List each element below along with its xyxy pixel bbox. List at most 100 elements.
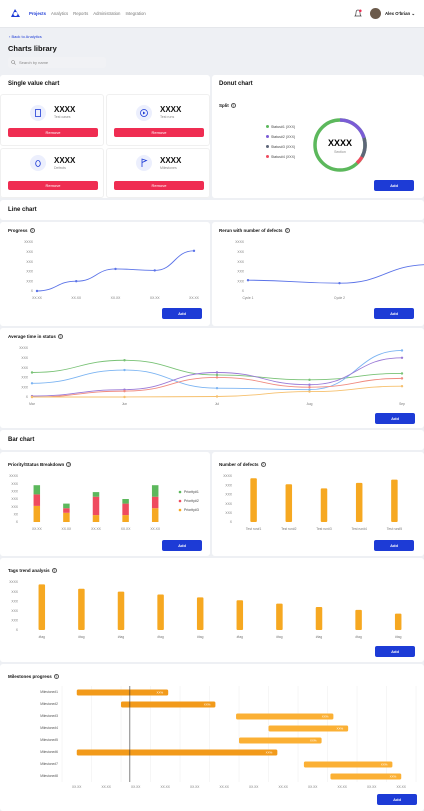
bug-icon bbox=[30, 155, 46, 171]
x-tick-label: XX.XX bbox=[367, 785, 377, 789]
add-button[interactable]: Add bbox=[374, 308, 414, 319]
priority-chart: XXXXXXXXXXXXXXXXXXXXX.XX XX.XX XX.XX XX.XX X… bbox=[9, 474, 199, 531]
defects-chart: XXXXXXXXXXXXXXXXXTest run#1 Test run#2 Tes… bbox=[223, 474, 402, 531]
data-point bbox=[123, 359, 126, 362]
milestone-label: Milestone#8 bbox=[40, 774, 58, 778]
x-tick-label: XX.XX bbox=[308, 785, 318, 789]
help-icon[interactable]: ? bbox=[53, 674, 59, 680]
bar bbox=[276, 603, 283, 630]
search-icon bbox=[11, 60, 16, 65]
y-tick-label: XXX bbox=[237, 250, 244, 254]
y-tick-label: XXXX bbox=[223, 474, 233, 478]
legend-label: Priority#2 bbox=[184, 499, 199, 503]
help-icon[interactable]: ? bbox=[57, 334, 63, 340]
chart-title: Priority/Status Breakdown? bbox=[8, 462, 72, 468]
help-icon[interactable]: ? bbox=[284, 228, 290, 234]
help-icon[interactable]: ? bbox=[260, 462, 266, 468]
data-point bbox=[400, 372, 404, 375]
x-tick-label: XX.XX bbox=[91, 527, 102, 531]
nav-reports[interactable]: Reports bbox=[73, 11, 88, 16]
milestone-bar bbox=[76, 749, 278, 756]
x-tick-label: Jun bbox=[122, 402, 127, 406]
chart-title: Split? bbox=[219, 103, 236, 109]
remove-button[interactable]: Remove bbox=[114, 128, 204, 137]
milestone-label: Milestone#3 bbox=[40, 714, 58, 718]
remove-button[interactable]: Remove bbox=[114, 181, 204, 190]
add-button[interactable]: Add bbox=[375, 413, 415, 424]
add-button[interactable]: Add bbox=[162, 540, 202, 551]
y-tick-label: XXX bbox=[225, 493, 232, 497]
nav-administration[interactable]: Administration bbox=[93, 11, 120, 16]
remove-button[interactable]: Remove bbox=[8, 181, 98, 190]
help-icon[interactable]: ? bbox=[29, 228, 35, 234]
x-tick-label: XX.XX bbox=[338, 785, 348, 789]
nav-integration[interactable]: Integration bbox=[125, 11, 145, 16]
milestone-percent: XX% bbox=[322, 715, 329, 719]
series-line bbox=[247, 264, 424, 284]
nav-analytics[interactable]: Analytics bbox=[51, 11, 68, 16]
remove-button[interactable]: Remove bbox=[8, 128, 98, 137]
legend-label: Priority#3 bbox=[184, 508, 199, 512]
user-name[interactable]: Alex O'brian ⌄ bbox=[385, 11, 415, 17]
section-title: Single value chart bbox=[8, 81, 60, 87]
main-nav: Projects Analytics Reports Administratio… bbox=[29, 11, 146, 16]
add-button[interactable]: Add bbox=[375, 646, 415, 657]
help-icon[interactable]: ? bbox=[51, 568, 57, 574]
y-tick-label: XXXX bbox=[235, 240, 245, 244]
y-tick-label: XXX bbox=[21, 366, 28, 370]
milestone-label: Milestone#5 bbox=[40, 738, 58, 742]
legend-dot bbox=[266, 155, 269, 158]
donut-section: Donut chart Split? Status#1 (XXX) Status… bbox=[212, 75, 424, 198]
x-tick-label: Test run#2 bbox=[281, 527, 297, 531]
y-tick-label: XXX bbox=[11, 497, 18, 501]
defects-card: Number of defects? XXXX XXX XXX XXX XXX X Test… bbox=[212, 452, 424, 556]
bar-section-header: Bar chart bbox=[0, 430, 424, 450]
y-tick-label: XXX bbox=[11, 490, 18, 494]
data-point bbox=[308, 386, 311, 389]
add-button[interactable]: Add bbox=[162, 308, 202, 319]
y-tick-label: XXX bbox=[225, 483, 232, 487]
bar-segment bbox=[33, 505, 41, 522]
progress-chart: XXXXXXXXXXXXXXXXXXX.XX XX.XX XX.XX XX.XX XX.… bbox=[24, 240, 200, 300]
chart-title: Number of defects? bbox=[219, 462, 266, 468]
chart-title: Average time in status? bbox=[8, 334, 63, 340]
add-button[interactable]: Add bbox=[374, 540, 414, 551]
rerun-chart: XXXXXXXXXXXXXXXXXCycle 1Cycle 2Cycle 3Cy… bbox=[235, 240, 424, 300]
y-tick-label: XXX bbox=[11, 609, 18, 613]
y-tick-label: XXX bbox=[21, 385, 28, 389]
data-point bbox=[215, 386, 219, 390]
data-point bbox=[123, 368, 126, 372]
nav-projects[interactable]: Projects bbox=[29, 11, 46, 16]
back-link[interactable]: ‹ Back to Analytics bbox=[9, 34, 42, 39]
help-icon[interactable]: ? bbox=[66, 462, 72, 468]
legend-label: Priority#1 bbox=[184, 490, 199, 494]
add-button[interactable]: Add bbox=[374, 180, 414, 191]
search-input[interactable]: Search by name bbox=[8, 57, 106, 68]
legend-item: Status#1 (XXX) bbox=[266, 125, 295, 129]
donut-segment bbox=[339, 118, 366, 139]
data-point bbox=[215, 376, 219, 379]
bell-icon[interactable] bbox=[354, 9, 362, 18]
milestone-label: Milestone#7 bbox=[40, 762, 58, 766]
y-tick-label: XXXX bbox=[9, 474, 19, 478]
x-tick-label: XX.XX bbox=[150, 527, 161, 531]
bar bbox=[196, 597, 204, 630]
x-tick-label: XX.XX bbox=[397, 785, 407, 789]
y-tick-label: XXX bbox=[11, 619, 18, 623]
data-point bbox=[246, 279, 250, 282]
avatar[interactable] bbox=[370, 8, 381, 19]
tile-label: Test runs bbox=[160, 115, 175, 119]
bar-segment bbox=[151, 508, 159, 522]
x-tick-label: XX.XX bbox=[189, 296, 200, 300]
y-tick-label: XXX bbox=[21, 376, 28, 380]
help-icon[interactable]: ? bbox=[230, 103, 236, 109]
bar-segment bbox=[63, 503, 70, 509]
milestone-percent: XX% bbox=[390, 775, 397, 779]
section-title: Donut chart bbox=[219, 81, 253, 87]
x-tick-label: #tag bbox=[78, 635, 85, 639]
bar-segment bbox=[92, 496, 100, 516]
bar bbox=[394, 613, 402, 630]
milestone-label: Milestone#1 bbox=[40, 690, 58, 694]
x-tick-label: #tag bbox=[237, 635, 244, 639]
add-button[interactable]: Add bbox=[377, 794, 417, 805]
